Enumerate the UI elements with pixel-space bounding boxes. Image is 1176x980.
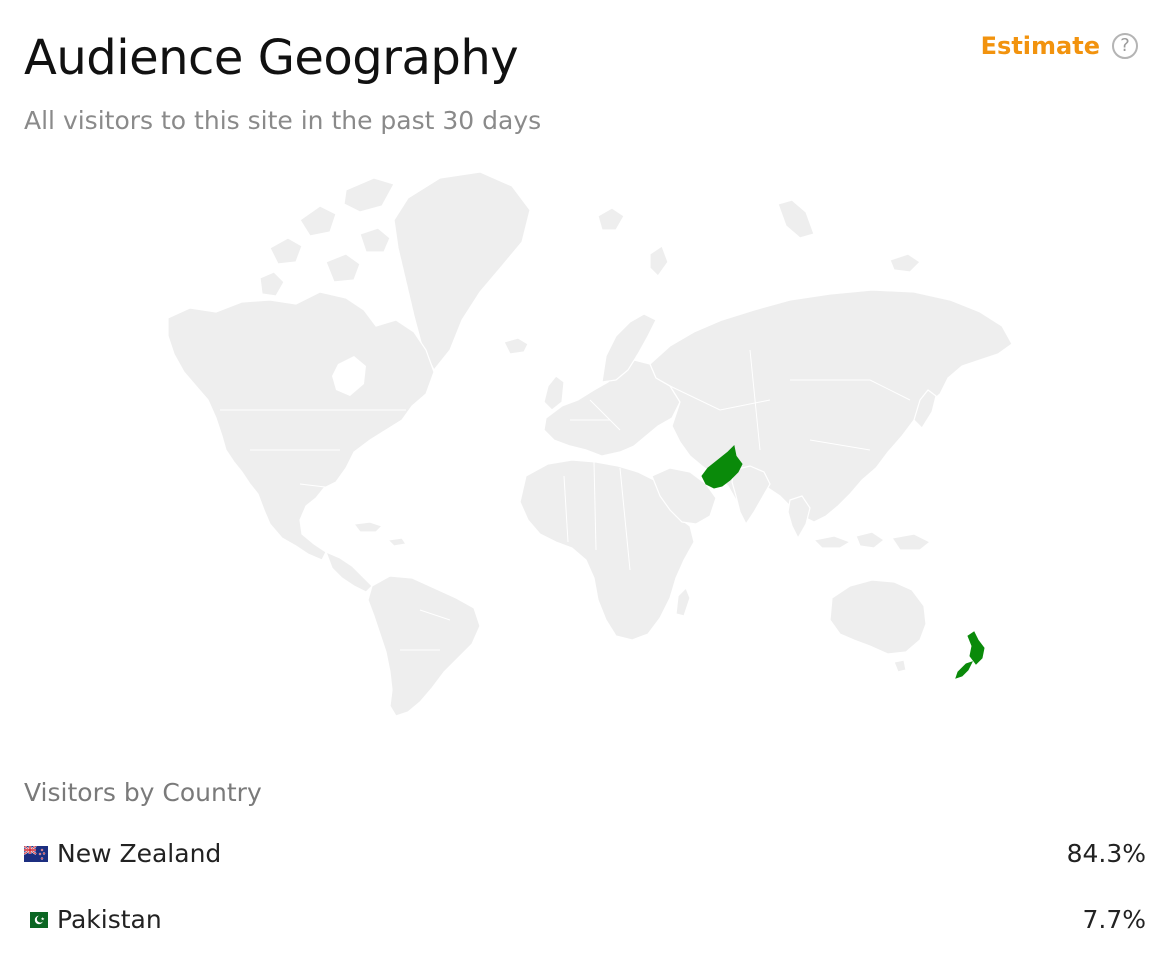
map-region-uk xyxy=(543,375,565,411)
country-row: New Zealand 84.3% xyxy=(24,834,1146,874)
map-country-new-zealand-south xyxy=(955,661,973,679)
country-percent: 7.7% xyxy=(1082,905,1146,934)
page-subtitle: All visitors to this site in the past 30… xyxy=(24,106,542,135)
country-label-group: New Zealand xyxy=(24,839,221,869)
world-map xyxy=(150,150,1030,720)
map-region-madagascar xyxy=(675,586,691,617)
page-title: Audience Geography xyxy=(24,30,519,86)
map-region-australia xyxy=(829,579,927,655)
map-region-tasmania xyxy=(893,659,907,673)
map-region-caribbean xyxy=(352,521,408,547)
estimate-link[interactable]: Estimate xyxy=(981,32,1100,61)
map-region-iceland xyxy=(503,337,529,355)
map-region-south-america xyxy=(367,575,481,717)
help-icon[interactable]: ? xyxy=(1112,33,1138,60)
country-name: Pakistan xyxy=(57,905,162,934)
map-region-southeast-asia xyxy=(787,495,811,540)
map-region-arctic-russia xyxy=(597,199,921,277)
map-country-new-zealand-north xyxy=(967,631,985,665)
visitors-by-country-heading: Visitors by Country xyxy=(24,778,262,807)
country-label-group: Pakistan xyxy=(24,905,162,935)
map-region-india xyxy=(731,465,771,526)
pakistan-flag-icon xyxy=(24,912,48,928)
map-region-indonesia xyxy=(812,531,932,551)
estimate-area: Estimate ? xyxy=(981,32,1138,61)
map-region-north-america xyxy=(167,291,435,561)
world-map-svg xyxy=(167,171,1013,717)
country-name: New Zealand xyxy=(57,839,222,868)
country-percent: 84.3% xyxy=(1066,839,1146,868)
map-region-arctic-islands xyxy=(259,177,395,297)
new-zealand-flag-icon xyxy=(24,846,48,862)
map-region-central-america xyxy=(324,550,373,593)
country-row: Pakistan 7.7% xyxy=(24,900,1146,940)
